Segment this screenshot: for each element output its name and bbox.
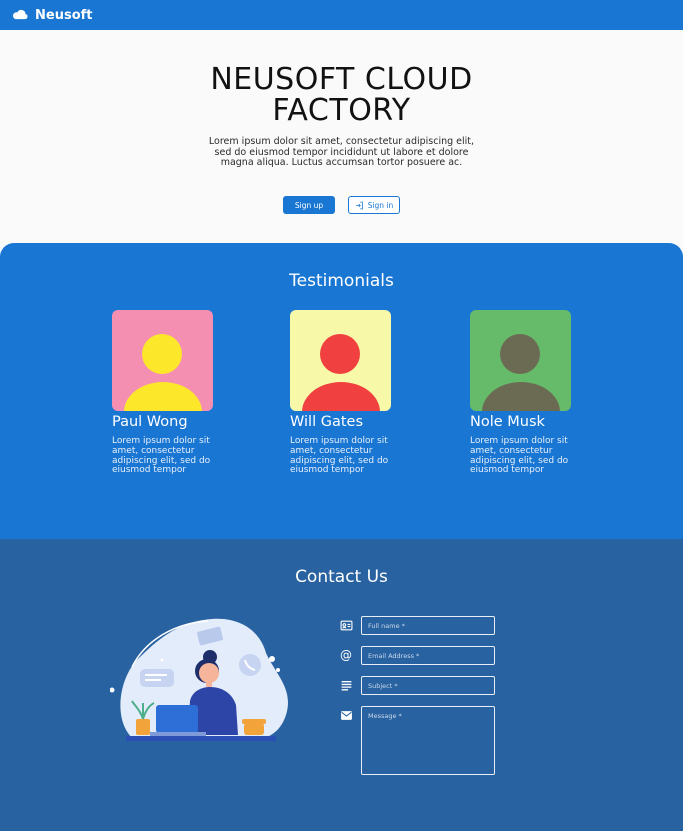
contact-section: Contact Us Full name * @ Email Address *… [0, 539, 683, 831]
testimonial-card: Will Gates Lorem ipsum dolor sit amet, c… [290, 310, 392, 476]
avatar-body [124, 382, 202, 411]
email-input[interactable] [361, 646, 495, 665]
brand-name: Neusoft [35, 7, 93, 23]
testimonial-text: Lorem ipsum dolor sit amet, consectetur … [112, 436, 211, 476]
avatar-head [142, 334, 182, 374]
testimonial-text: Lorem ipsum dolor sit amet, consectetur … [470, 436, 569, 476]
title-line-1: NEUSOFT CLOUD [210, 62, 473, 97]
page-title: NEUSOFT CLOUD FACTORY [0, 64, 683, 126]
id-card-icon [340, 616, 361, 634]
testimonial-name: Nole Musk [470, 414, 545, 430]
testimonial-card: Paul Wong Lorem ipsum dolor sit amet, co… [112, 310, 214, 476]
avatar-body [302, 382, 380, 411]
contact-illustration [110, 618, 288, 741]
subject-lines-icon [340, 676, 361, 694]
subject-input[interactable] [361, 676, 495, 695]
testimonial-name: Will Gates [290, 414, 363, 430]
contact-title: Contact Us [295, 567, 388, 587]
avatar-head [320, 334, 360, 374]
full-name-input[interactable] [361, 616, 495, 635]
testimonials-section: Testimonials Paul Wong Lorem ipsum dolor… [0, 243, 683, 539]
login-icon [355, 201, 363, 209]
testimonial-text: Lorem ipsum dolor sit amet, consectetur … [290, 436, 389, 476]
testimonial-name: Paul Wong [112, 414, 188, 430]
message-row [340, 706, 495, 775]
avatar-body [482, 382, 560, 411]
at-sign-icon: @ [340, 648, 352, 662]
avatar-head [500, 334, 540, 374]
email-row: @ [340, 646, 495, 665]
avatar [290, 310, 391, 411]
avatar [470, 310, 571, 411]
cloud-icon [12, 9, 28, 20]
signin-button[interactable]: Sign in [348, 196, 400, 214]
title-line-2: FACTORY [272, 93, 411, 128]
hero-actions: Sign up Sign in [0, 196, 683, 214]
subject-row [340, 676, 495, 695]
top-navbar: Neusoft [0, 0, 683, 30]
testimonial-card: Nole Musk Lorem ipsum dolor sit amet, co… [470, 310, 572, 476]
full-name-row [340, 616, 495, 635]
envelope-icon [340, 706, 361, 724]
avatar [112, 310, 213, 411]
hero-description: Lorem ipsum dolor sit amet, consectetur … [208, 136, 475, 168]
testimonials-title: Testimonials [289, 271, 394, 291]
hero-section: NEUSOFT CLOUD FACTORY Lorem ipsum dolor … [0, 30, 683, 255]
signin-label: Sign in [367, 200, 394, 210]
brand-logo-link[interactable]: Neusoft [12, 8, 93, 23]
signup-button[interactable]: Sign up [283, 196, 335, 214]
message-textarea[interactable] [361, 706, 495, 775]
